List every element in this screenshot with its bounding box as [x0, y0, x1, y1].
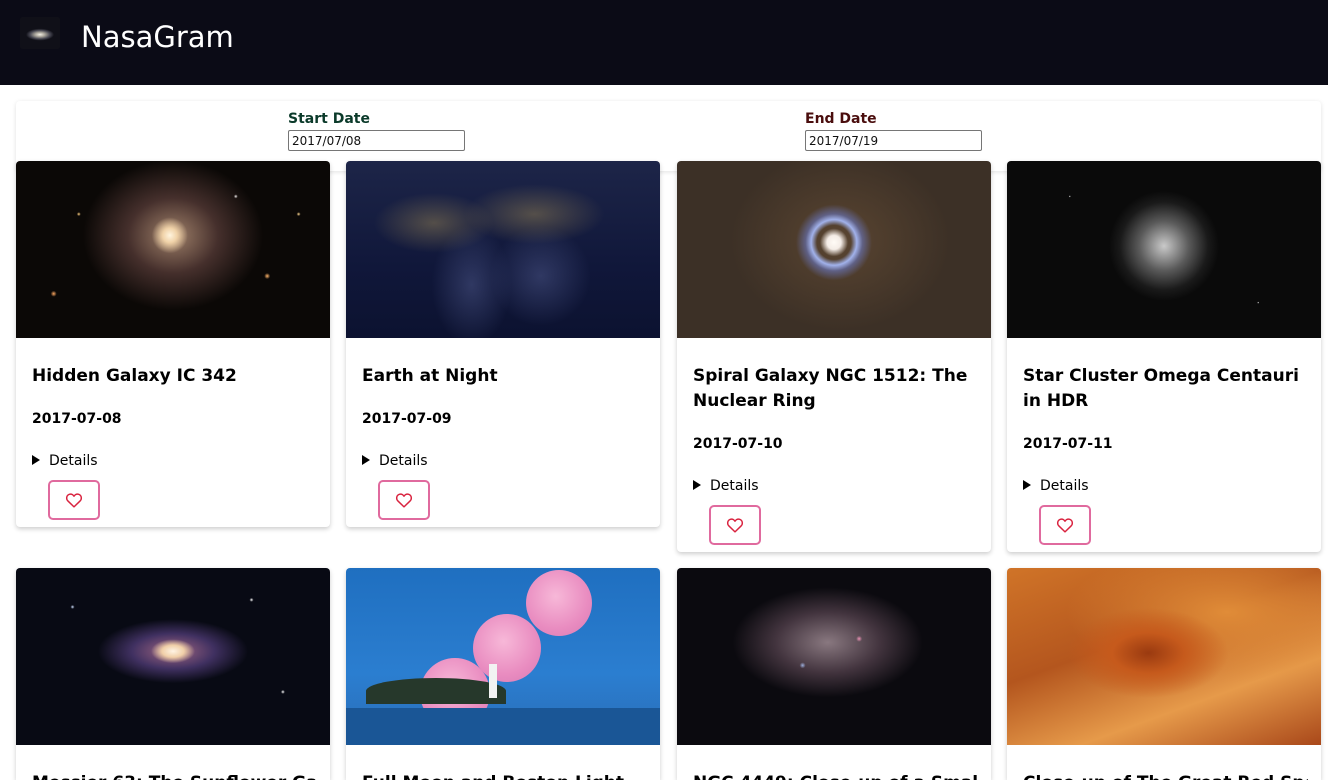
app-title[interactable]: NasaGram: [81, 20, 234, 54]
disclosure-triangle-icon: [693, 480, 701, 490]
apod-card: Hidden Galaxy IC 342 2017-07-08 Details: [16, 161, 330, 527]
island-shape: [366, 678, 506, 704]
moon-shape: [526, 570, 592, 636]
like-button[interactable]: [709, 505, 761, 545]
galaxy-logo-icon[interactable]: [20, 17, 60, 49]
apod-image[interactable]: [346, 568, 660, 745]
like-button[interactable]: [1039, 505, 1091, 545]
top-bar: NasaGram: [0, 0, 1328, 85]
end-date-group: End Date: [805, 111, 982, 151]
apod-image[interactable]: [677, 568, 991, 745]
disclosure-triangle-icon: [32, 455, 40, 465]
heart-outline-icon: [65, 493, 83, 508]
card-title: Messier 63: The Sunflower Galaxy: [32, 771, 317, 780]
details-label: Details: [1040, 478, 1089, 494]
card-title: NGC 4449: Close-up of a Small Galaxy: [693, 771, 978, 780]
apod-image[interactable]: [677, 161, 991, 338]
details-label: Details: [379, 453, 428, 469]
apod-image[interactable]: [16, 161, 330, 338]
water-shape: [346, 708, 660, 745]
apod-image[interactable]: [1007, 568, 1321, 745]
apod-card: Spiral Galaxy NGC 1512: The Nuclear Ring…: [677, 161, 991, 552]
heart-outline-icon: [1056, 518, 1074, 533]
details-toggle[interactable]: Details: [362, 453, 428, 469]
end-date-label: End Date: [805, 111, 877, 127]
apod-card: Close-up of The Great Red Spot: [1007, 568, 1321, 780]
card-title: Earth at Night: [362, 366, 498, 386]
card-date: 2017-07-08: [32, 411, 122, 427]
details-label: Details: [49, 453, 98, 469]
like-button[interactable]: [48, 480, 100, 520]
details-toggle[interactable]: Details: [693, 478, 759, 494]
disclosure-triangle-icon: [1023, 480, 1031, 490]
apod-image[interactable]: [346, 161, 660, 338]
start-date-group: Start Date: [288, 111, 465, 151]
card-title: Full Moon and Boston Light: [362, 771, 647, 780]
like-button[interactable]: [378, 480, 430, 520]
card-title: Spiral Galaxy NGC 1512: The Nuclear Ring: [693, 366, 968, 411]
heart-outline-icon: [395, 493, 413, 508]
details-label: Details: [710, 478, 759, 494]
details-toggle[interactable]: Details: [32, 453, 98, 469]
card-title: Star Cluster Omega Centauri in HDR: [1023, 366, 1299, 411]
card-title: Hidden Galaxy IC 342: [32, 366, 237, 386]
apod-card: Full Moon and Boston Light: [346, 568, 660, 780]
apod-image[interactable]: [1007, 161, 1321, 338]
start-date-input[interactable]: [288, 130, 465, 151]
apod-image[interactable]: [16, 568, 330, 745]
disclosure-triangle-icon: [362, 455, 370, 465]
apod-card: NGC 4449: Close-up of a Small Galaxy: [677, 568, 991, 780]
card-date: 2017-07-11: [1023, 436, 1113, 452]
details-toggle[interactable]: Details: [1023, 478, 1089, 494]
card-date: 2017-07-09: [362, 411, 452, 427]
start-date-label: Start Date: [288, 111, 370, 127]
card-title: Close-up of The Great Red Spot: [1023, 771, 1308, 780]
apod-card: Star Cluster Omega Centauri in HDR 2017-…: [1007, 161, 1321, 552]
end-date-input[interactable]: [805, 130, 982, 151]
apod-card: Messier 63: The Sunflower Galaxy: [16, 568, 330, 780]
heart-outline-icon: [726, 518, 744, 533]
card-date: 2017-07-10: [693, 436, 783, 452]
lighthouse-shape: [489, 664, 497, 698]
apod-card: Earth at Night 2017-07-09 Details: [346, 161, 660, 527]
